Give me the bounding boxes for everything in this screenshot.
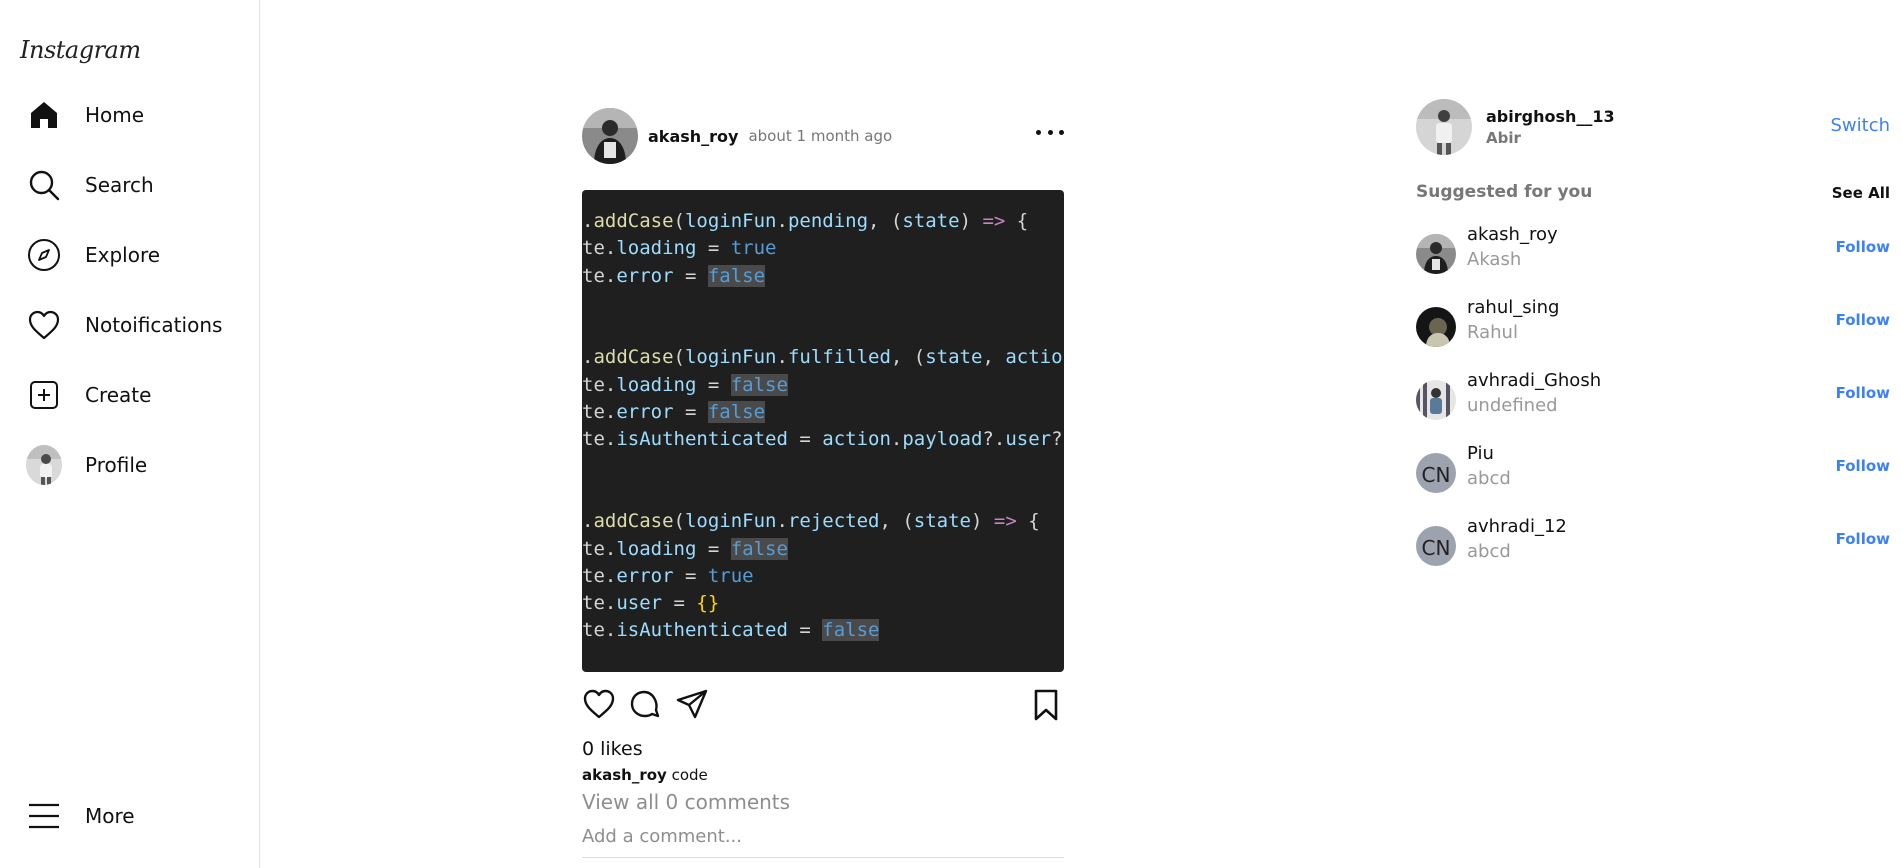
avatar[interactable] — [1416, 234, 1456, 274]
see-all-button[interactable]: See All — [1832, 184, 1890, 202]
post-image[interactable]: .addCase(loginFun.pending, (state) => { … — [582, 190, 1064, 672]
app-root: Instagram Home Search Explore Notoificat… — [0, 0, 1901, 868]
comment-input[interactable] — [582, 822, 1064, 858]
avatar[interactable]: CN — [1416, 526, 1456, 566]
avatar — [26, 445, 62, 485]
current-user: abirghosh__13 Abir Switch — [1416, 98, 1890, 156]
suggestion-username[interactable]: avhradi_Ghosh — [1467, 370, 1601, 391]
post-username[interactable]: akash_roy — [648, 127, 738, 146]
sidebar-item-search[interactable]: Search — [26, 163, 154, 207]
suggestions-title: Suggested for you — [1416, 182, 1593, 202]
current-username[interactable]: abirghosh__13 — [1486, 107, 1615, 126]
sidebar-item-label: Profile — [85, 453, 148, 477]
instagram-logo[interactable]: Instagram — [20, 36, 141, 64]
sidebar: Instagram Home Search Explore Notoificat… — [0, 0, 260, 868]
suggestion-username[interactable]: Piu — [1467, 443, 1511, 464]
follow-button[interactable]: Follow — [1836, 530, 1890, 548]
caption-text: code — [671, 766, 708, 784]
avatar[interactable] — [1416, 380, 1456, 420]
switch-account-button[interactable]: Switch — [1830, 115, 1890, 136]
suggestion-name: Rahul — [1467, 322, 1518, 343]
comment-icon[interactable] — [629, 688, 663, 722]
post-timestamp: about 1 month ago — [748, 127, 893, 145]
avatar[interactable] — [1416, 307, 1456, 347]
post-header: akash_roy about 1 month ago — [582, 108, 1064, 164]
more-options-icon[interactable] — [1036, 122, 1064, 142]
sidebar-item-home[interactable]: Home — [26, 93, 144, 137]
sidebar-item-profile[interactable]: Profile — [26, 443, 147, 487]
sidebar-item-label: Notoifications — [85, 313, 223, 337]
view-comments-link[interactable]: View all 0 comments — [582, 790, 1064, 814]
suggestions-header: Suggested for you See All — [1416, 182, 1890, 206]
suggestion-username[interactable]: rahul_sing — [1467, 297, 1559, 318]
sidebar-item-label: Create — [85, 383, 152, 407]
avatar[interactable] — [1416, 99, 1472, 155]
avatar[interactable] — [582, 108, 638, 164]
like-icon[interactable] — [582, 688, 616, 722]
likes-count: 0 likes — [582, 738, 643, 760]
follow-button[interactable]: Follow — [1836, 311, 1890, 329]
sidebar-item-explore[interactable]: Explore — [26, 233, 160, 277]
right-panel: abirghosh__13 Abir Switch Suggested for … — [1416, 98, 1890, 589]
sidebar-item-create[interactable]: Create — [26, 373, 151, 417]
list-item: rahul_sing Rahul Follow — [1416, 297, 1890, 370]
suggestions-list: akash_roy Akash Follow rahul_sing Rahul … — [1416, 224, 1890, 589]
bookmark-icon[interactable] — [1030, 688, 1064, 722]
post-image-code: .addCase(loginFun.pending, (state) => { … — [582, 210, 1064, 642]
plus-square-icon — [26, 377, 62, 413]
share-icon[interactable] — [676, 688, 710, 722]
list-item: avhradi_Ghosh undefined Follow — [1416, 370, 1890, 443]
post-caption: akash_roy code — [582, 766, 1064, 784]
menu-icon — [26, 798, 62, 834]
sidebar-item-label: Search — [85, 173, 154, 197]
sidebar-item-label: More — [85, 804, 135, 828]
feed-post: akash_roy about 1 month ago .addCase(log… — [582, 108, 1064, 858]
suggestion-username[interactable]: avhradi_12 — [1467, 516, 1567, 537]
suggestion-name: Akash — [1467, 249, 1522, 270]
suggestion-username[interactable]: akash_roy — [1467, 224, 1558, 245]
avatar[interactable]: CN — [1416, 453, 1456, 493]
heart-icon — [26, 307, 62, 343]
list-item: CN avhradi_12 abcd Follow — [1416, 516, 1890, 589]
sidebar-item-label: Home — [85, 103, 145, 127]
compass-icon — [26, 237, 62, 273]
search-icon — [26, 167, 62, 203]
home-icon — [26, 97, 62, 133]
suggestion-name: abcd — [1467, 541, 1511, 562]
current-name: Abir — [1486, 129, 1521, 147]
suggestion-name: undefined — [1467, 395, 1558, 416]
follow-button[interactable]: Follow — [1836, 384, 1890, 402]
sidebar-item-notifications[interactable]: Notoifications — [26, 303, 222, 347]
suggestion-name: abcd — [1467, 468, 1511, 489]
follow-button[interactable]: Follow — [1836, 457, 1890, 475]
caption-username[interactable]: akash_roy — [582, 766, 667, 784]
sidebar-item-more[interactable]: More — [26, 794, 135, 838]
sidebar-item-label: Explore — [85, 243, 161, 267]
follow-button[interactable]: Follow — [1836, 238, 1890, 256]
list-item: akash_roy Akash Follow — [1416, 224, 1890, 297]
list-item: CN Piu abcd Follow — [1416, 443, 1890, 516]
post-actions — [582, 684, 1064, 724]
